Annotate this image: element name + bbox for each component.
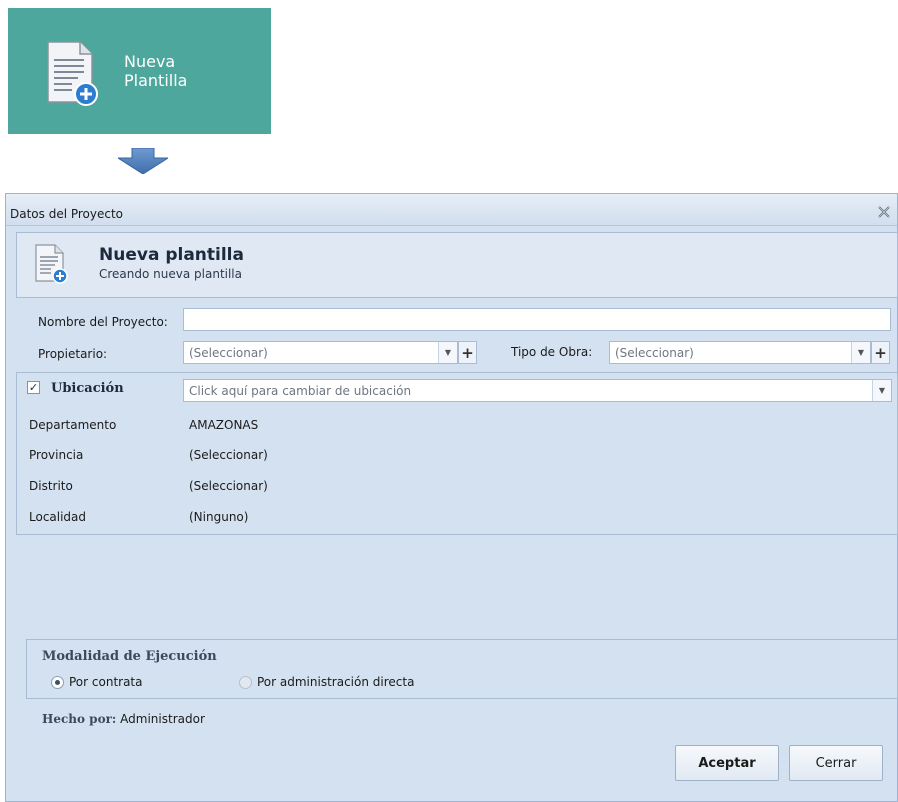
- location-select[interactable]: Click aquí para cambiar de ubicación ▼: [183, 379, 892, 402]
- chevron-down-icon[interactable]: ▼: [872, 380, 891, 401]
- department-value: AMAZONAS: [189, 418, 259, 432]
- chevron-down-icon[interactable]: ▼: [438, 342, 457, 363]
- department-label: Departamento: [29, 418, 117, 432]
- province-label: Provincia: [29, 448, 84, 462]
- chevron-down-icon[interactable]: ▼: [851, 342, 870, 363]
- header-title: Nueva plantilla: [99, 245, 244, 265]
- radio-por-contrata[interactable]: [51, 676, 64, 689]
- radio-por-contrata-label: Por contrata: [69, 675, 143, 689]
- dialog-titlebar: Datos del Proyecto: [6, 194, 897, 226]
- owner-select[interactable]: (Seleccionar) ▼: [183, 341, 458, 364]
- location-label: Ubicación: [51, 381, 124, 396]
- dialog-title: Datos del Proyecto: [10, 207, 124, 221]
- add-owner-button[interactable]: +: [458, 341, 477, 364]
- tile-label-line2: Plantilla: [124, 71, 188, 90]
- created-by-label: Hecho por:: [42, 712, 117, 726]
- execution-mode-group: Modalidad de Ejecución Por contrata Por …: [26, 639, 898, 699]
- project-data-dialog: Datos del Proyecto Nueva plantilla Crean…: [5, 193, 898, 802]
- locality-label: Localidad: [29, 510, 87, 524]
- created-by-value: Administrador: [120, 712, 205, 726]
- work-type-placeholder: (Seleccionar): [615, 346, 694, 360]
- document-add-icon: [35, 244, 68, 284]
- project-name-label: Nombre del Proyecto:: [38, 315, 168, 329]
- created-by: Hecho por: Administrador: [42, 712, 205, 726]
- execution-mode-title: Modalidad de Ejecución: [42, 649, 217, 664]
- owner-placeholder: (Seleccionar): [189, 346, 268, 360]
- radio-administracion-directa[interactable]: [239, 676, 252, 689]
- district-label: Distrito: [29, 479, 73, 493]
- close-icon[interactable]: [877, 205, 891, 219]
- owner-label: Propietario:: [38, 347, 108, 361]
- radio-administracion-directa-label: Por administración directa: [257, 675, 415, 689]
- dialog-header: Nueva plantilla Creando nueva plantilla: [16, 232, 898, 298]
- document-add-icon: [47, 41, 98, 106]
- work-type-label: Tipo de Obra:: [511, 345, 593, 359]
- tile-label: Nueva Plantilla: [124, 52, 187, 90]
- accept-button[interactable]: Aceptar: [675, 745, 779, 781]
- district-value: (Seleccionar): [189, 479, 268, 493]
- location-panel: ✓ Ubicación Click aquí para cambiar de u…: [16, 372, 898, 535]
- province-value: (Seleccionar): [189, 448, 268, 462]
- tile-label-line1: Nueva: [124, 52, 176, 71]
- header-subtitle: Creando nueva plantilla: [99, 267, 242, 281]
- arrow-down-icon: [118, 148, 168, 174]
- location-checkbox[interactable]: ✓: [27, 381, 40, 394]
- work-type-select[interactable]: (Seleccionar) ▼: [609, 341, 871, 364]
- locality-value: (Ninguno): [189, 510, 249, 524]
- add-work-type-button[interactable]: +: [871, 341, 890, 364]
- new-template-ribbon-button[interactable]: Nueva Plantilla: [8, 8, 271, 134]
- project-name-input[interactable]: [183, 308, 891, 331]
- close-button[interactable]: Cerrar: [789, 745, 883, 781]
- location-placeholder: Click aquí para cambiar de ubicación: [189, 384, 412, 398]
